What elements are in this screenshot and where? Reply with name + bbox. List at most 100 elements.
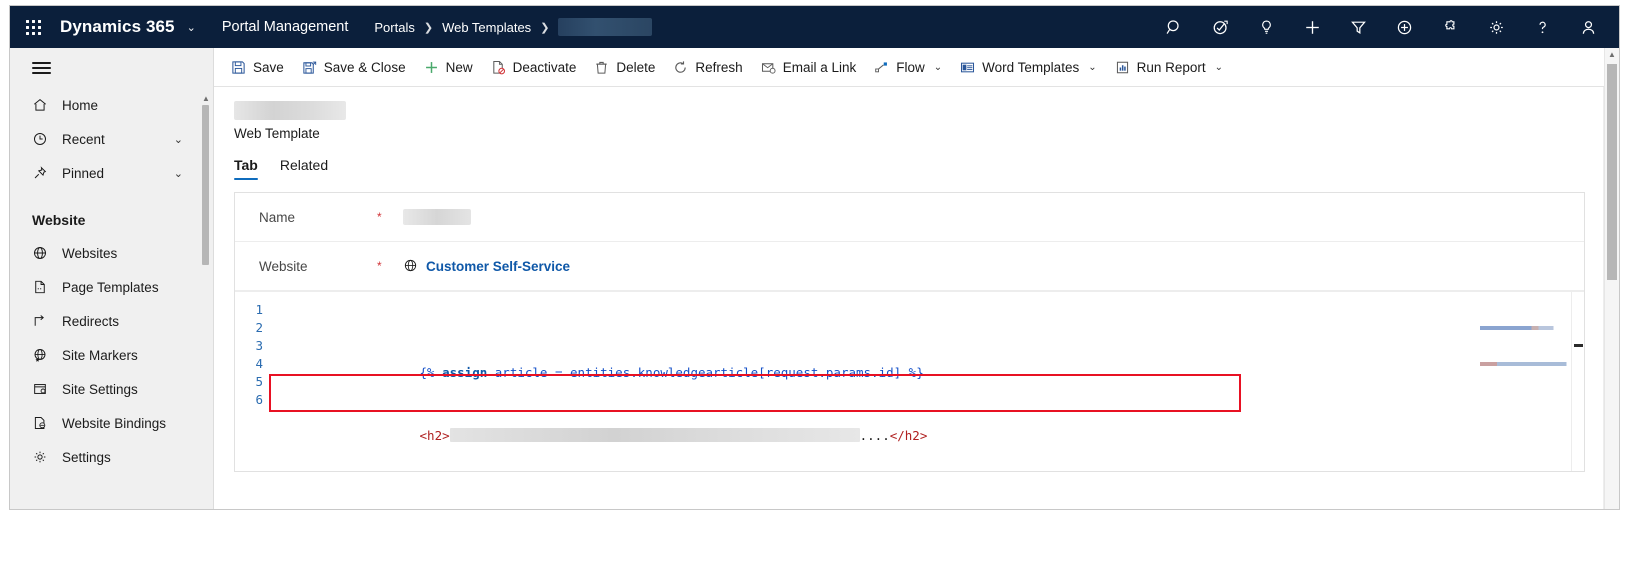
sidebar-item-home[interactable]: Home xyxy=(10,88,213,122)
new-button[interactable]: New xyxy=(415,48,482,86)
deactivate-button[interactable]: Deactivate xyxy=(482,48,586,86)
code-token: </h2> xyxy=(889,428,928,443)
sitemap-sidebar: Home Recent ⌄ Pinned ⌄ Website Websites … xyxy=(10,48,214,509)
form-tab-list: Tab Related xyxy=(228,141,1591,180)
line-number: 5 xyxy=(255,374,263,389)
app-launcher-icon[interactable] xyxy=(10,19,56,35)
refresh-button[interactable]: Refresh xyxy=(664,48,751,86)
command-label: Flow xyxy=(896,59,925,75)
sitemap-toggle-button[interactable] xyxy=(10,48,213,88)
sidebar-item-label: Page Templates xyxy=(62,279,159,295)
breadcrumb-item-portals[interactable]: Portals xyxy=(374,20,414,35)
search-icon[interactable] xyxy=(1151,6,1197,48)
page-scroll-thumb[interactable] xyxy=(1607,64,1617,280)
save-and-close-button[interactable]: Save & Close xyxy=(293,48,415,86)
editor-scrollbar[interactable] xyxy=(1571,292,1584,471)
run-report-button[interactable]: Run Report ⌄ xyxy=(1106,48,1232,86)
sidebar-item-label: Settings xyxy=(62,449,111,465)
breadcrumb: Portals ❯ Web Templates ❯ xyxy=(374,18,653,36)
save-close-icon xyxy=(302,60,317,75)
name-input-redacted[interactable] xyxy=(403,209,471,225)
plus-icon[interactable] xyxy=(1289,6,1335,48)
page-scrollbar[interactable]: ▲ xyxy=(1604,48,1619,509)
scroll-up-arrow-icon[interactable]: ▲ xyxy=(1605,48,1619,62)
gear-icon[interactable] xyxy=(1473,6,1519,48)
globe-icon xyxy=(32,245,58,261)
sidebar-item-recent[interactable]: Recent ⌄ xyxy=(10,122,213,156)
sidebar-scroll-thumb[interactable] xyxy=(202,105,209,265)
code-token: .... xyxy=(859,428,890,443)
line-number: 2 xyxy=(255,320,263,335)
command-label: Delete xyxy=(616,59,656,75)
chevron-down-icon[interactable]: ⌄ xyxy=(934,62,942,73)
sidebar-item-site-settings[interactable]: Site Settings xyxy=(10,372,213,406)
deactivate-icon xyxy=(491,60,506,75)
sidebar-item-label: Site Settings xyxy=(62,381,138,397)
sidebar-item-page-templates[interactable]: Page Templates xyxy=(10,270,213,304)
sidebar-item-label: Site Markers xyxy=(62,347,138,363)
dynamics365-window: Dynamics 365 ⌄ Portal Management Portals… xyxy=(9,5,1620,510)
word-templates-button[interactable]: Word Templates ⌄ xyxy=(951,48,1105,86)
website-binding-icon xyxy=(32,415,58,431)
lightbulb-icon[interactable] xyxy=(1243,6,1289,48)
flow-icon xyxy=(874,60,889,75)
source-code-editor[interactable]: 1 2 3 4 5 6 {% assign article = entities… xyxy=(235,291,1584,471)
form-area: Save Save & Close New Deactivate Delete … xyxy=(214,48,1604,509)
plus-circle-icon[interactable] xyxy=(1381,6,1427,48)
editor-scroll-thumb[interactable] xyxy=(1574,344,1583,347)
chevron-down-icon[interactable]: ⌄ xyxy=(1088,62,1096,73)
trash-icon xyxy=(594,60,609,75)
record-entity-label: Web Template xyxy=(234,126,320,141)
tab-related[interactable]: Related xyxy=(280,157,328,180)
sidebar-item-redirects[interactable]: Redirects xyxy=(10,304,213,338)
breadcrumb-item-web-templates[interactable]: Web Templates xyxy=(442,20,531,35)
plus-icon xyxy=(424,60,439,75)
command-label: Run Report xyxy=(1136,59,1206,75)
command-label: Save & Close xyxy=(323,59,406,75)
chevron-down-icon[interactable]: ⌄ xyxy=(174,133,183,146)
delete-button[interactable]: Delete xyxy=(585,48,664,86)
help-question-icon[interactable] xyxy=(1519,6,1565,48)
chevron-down-icon[interactable]: ⌄ xyxy=(1215,62,1223,73)
hamburger-icon xyxy=(32,58,51,77)
sidebar-item-pinned[interactable]: Pinned ⌄ xyxy=(10,156,213,190)
email-a-link-button[interactable]: Email a Link xyxy=(752,48,866,86)
scroll-up-arrow-icon[interactable]: ▲ xyxy=(202,94,210,103)
assistant-check-icon[interactable] xyxy=(1197,6,1243,48)
sidebar-item-websites[interactable]: Websites xyxy=(10,236,213,270)
globe-star-icon xyxy=(32,347,58,363)
user-account-icon[interactable] xyxy=(1565,6,1611,48)
email-link-icon xyxy=(761,60,776,75)
brand-chevron-down-icon[interactable]: ⌄ xyxy=(187,21,196,34)
sidebar-item-website-bindings[interactable]: Website Bindings xyxy=(10,406,213,440)
sidebar-item-settings[interactable]: Settings xyxy=(10,440,213,474)
globe-icon xyxy=(403,258,418,274)
sidebar-item-site-markers[interactable]: Site Markers xyxy=(10,338,213,372)
filter-icon[interactable] xyxy=(1335,6,1381,48)
code-minimap[interactable] xyxy=(1480,296,1574,366)
flow-button[interactable]: Flow ⌄ xyxy=(865,48,951,86)
website-lookup-value[interactable]: Customer Self-Service xyxy=(426,259,570,274)
tab-main[interactable]: Tab xyxy=(234,157,258,180)
sidebar-group-title: Website xyxy=(32,212,86,228)
sidebar-scrollbar[interactable]: ▲ xyxy=(202,94,210,490)
field-value-website[interactable]: Customer Self-Service xyxy=(403,258,570,274)
chevron-down-icon[interactable]: ⌄ xyxy=(174,167,183,180)
brand-title: Dynamics 365 xyxy=(60,17,175,36)
save-icon xyxy=(231,60,246,75)
code-token: assign xyxy=(442,365,488,380)
save-button[interactable]: Save xyxy=(222,48,293,86)
required-marker: * xyxy=(377,210,382,224)
sidebar-item-label: Recent xyxy=(62,131,105,147)
redirect-arrow-icon xyxy=(32,313,58,329)
line-number: 6 xyxy=(255,392,263,407)
refresh-icon xyxy=(673,60,688,75)
command-label: New xyxy=(445,59,473,75)
field-value-name[interactable] xyxy=(403,209,471,225)
breadcrumb-chevron-icon: ❯ xyxy=(423,21,434,34)
field-label-name: Name xyxy=(259,209,296,225)
command-label: Word Templates xyxy=(982,59,1080,75)
editor-code-lines[interactable]: {% assign article = entities.knowledgear… xyxy=(269,292,1584,471)
line-number: 3 xyxy=(255,338,263,353)
puzzle-piece-icon[interactable] xyxy=(1427,6,1473,48)
